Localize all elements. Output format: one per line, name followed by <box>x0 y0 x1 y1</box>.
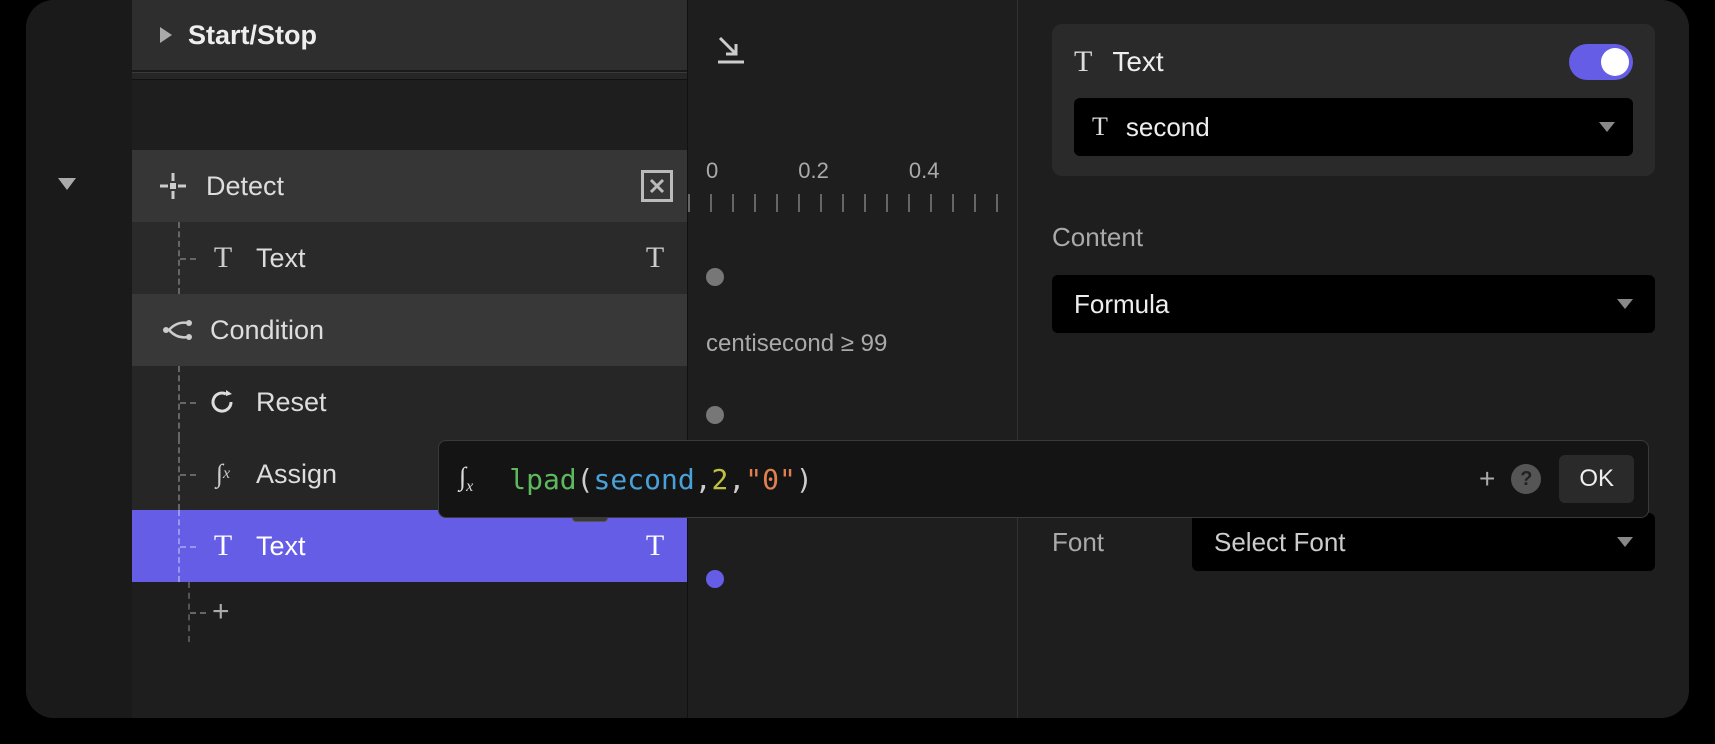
tree-header-row[interactable]: Start/Stop <box>132 0 687 72</box>
timeline-panel: 0 0.2 0.4 0 centisecond ≥ 99 <box>687 0 1017 718</box>
tree-guide-icon <box>178 366 202 438</box>
tree-panel: Start/Stop Detect <box>132 0 687 718</box>
formula-add-button[interactable]: + <box>1479 463 1495 495</box>
formula-str: "0" <box>745 463 796 496</box>
ruler-tick-label: 0.2 <box>798 158 829 184</box>
formula-input[interactable]: lpad(second,2,"0") <box>509 463 1463 496</box>
tree-row-text[interactable]: T Text T <box>132 222 687 294</box>
divider-bar <box>132 72 687 80</box>
tree-row-label: Detect <box>206 171 641 202</box>
formula-bar: ∫x lpad(second,2,"0") + ? OK <box>438 440 1649 518</box>
tree-row-add[interactable]: + <box>132 582 687 642</box>
timeline-ruler[interactable]: 0 0.2 0.4 0 <box>688 158 1017 222</box>
condition-icon <box>156 319 198 341</box>
target-dropdown[interactable]: T second <box>1074 98 1633 156</box>
fx-icon: ∫x <box>459 462 473 496</box>
content-type-dropdown[interactable]: Formula <box>1052 275 1655 333</box>
text-icon: T <box>1074 45 1092 79</box>
expand-caret-icon[interactable] <box>58 178 76 190</box>
tree-guide-icon <box>178 438 202 510</box>
dropdown-value: Select Font <box>1214 527 1617 558</box>
tree-row-label: Text <box>256 243 637 274</box>
keyframe-dot[interactable] <box>706 268 724 286</box>
tree-body: Detect T Text T <box>132 80 687 642</box>
section-label-font: Font <box>1052 527 1152 558</box>
text-icon: T <box>1092 112 1108 142</box>
font-dropdown[interactable]: Select Font <box>1192 513 1655 571</box>
chevron-down-icon <box>1599 122 1615 132</box>
fx-icon: ∫x <box>202 459 244 489</box>
tree-guide-icon <box>178 222 202 294</box>
chevron-down-icon <box>1617 299 1633 309</box>
left-gutter <box>26 0 132 718</box>
inspector-panel: T Text T second Content Formula Font Sel… <box>1017 0 1689 718</box>
help-icon[interactable]: ? <box>1511 464 1541 494</box>
tree-row-label: Text <box>256 531 637 562</box>
detect-icon <box>152 171 194 201</box>
formula-num: 2 <box>712 463 729 496</box>
add-icon: + <box>212 595 230 629</box>
enabled-toggle[interactable] <box>1569 44 1633 80</box>
formula-func: lpad <box>509 463 576 496</box>
text-icon: T <box>202 241 244 275</box>
keyframe-dot[interactable] <box>706 406 724 424</box>
card-title: Text <box>1112 46 1569 78</box>
import-icon[interactable] <box>714 32 748 71</box>
tree-header-title: Start/Stop <box>188 20 317 51</box>
reset-icon <box>202 388 244 416</box>
tree-row-reset[interactable]: Reset <box>132 366 687 438</box>
ruler-ticks <box>688 194 1017 212</box>
tree-row-detect[interactable]: Detect <box>132 150 687 222</box>
section-label-content: Content <box>1052 222 1655 253</box>
collapse-arrow-icon <box>160 27 172 43</box>
text-icon: T <box>202 529 244 563</box>
tree-guide-icon <box>188 582 212 642</box>
text-card: T Text T second <box>1052 24 1655 176</box>
text-type-icon: T <box>637 240 673 276</box>
formula-var: second <box>594 463 695 496</box>
dropdown-value: second <box>1126 112 1599 143</box>
chevron-down-icon <box>1617 537 1633 547</box>
tree-row-label: Reset <box>256 387 673 418</box>
text-type-icon: T <box>637 528 673 564</box>
tree-row-label: Condition <box>210 315 673 346</box>
close-box-icon[interactable] <box>641 170 673 202</box>
tree-row-condition[interactable]: Condition <box>132 294 687 366</box>
app-window: Start/Stop Detect <box>26 0 1689 718</box>
dropdown-value: Formula <box>1074 289 1617 320</box>
ruler-tick-label: 0.4 <box>909 158 940 184</box>
keyframe-dot-selected[interactable] <box>706 570 724 588</box>
condition-expression: centisecond ≥ 99 <box>706 330 887 358</box>
tree-guide-icon <box>178 510 202 582</box>
ok-button[interactable]: OK <box>1559 455 1634 503</box>
ruler-tick-label: 0 <box>706 158 718 184</box>
tree-row-text-selected[interactable]: + T Text T <box>132 510 687 582</box>
